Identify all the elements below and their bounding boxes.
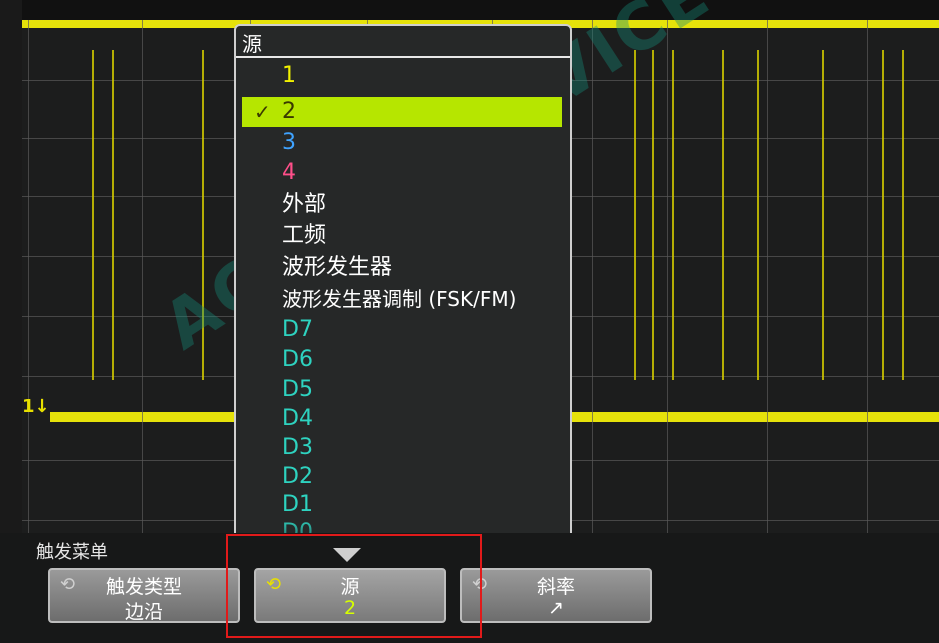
menu-item-external[interactable]: 外部 [242,190,562,220]
trigger-level-marker[interactable]: 1↓ [22,396,50,422]
menu-item-d1[interactable]: D1 [242,490,562,520]
menu-item-channel-3[interactable]: 3 [242,128,562,158]
source-menu: 源 1 ✓ 2 3 4 外部 工频 波形发生器 波形发生器调制 (FSK/FM) … [234,24,572,556]
annotation-highlight-box [226,534,482,638]
trace-spike [652,50,654,380]
softkey-value: 边沿 [124,601,163,623]
menu-item-d5[interactable]: D5 [242,375,562,405]
menu-item-channel-1[interactable]: 1 [242,61,562,91]
trace-spike [722,50,724,380]
menu-item-channel-4[interactable]: 4 [242,158,562,188]
trace-spike [634,50,636,380]
rising-edge-icon: ↗ [548,597,564,619]
softkey-trigger-type[interactable]: ⟲ 触发类型 边沿 [48,568,240,623]
trace-spike [672,50,674,380]
grid-line [142,20,143,540]
menu-item-channel-2[interactable]: ✓ 2 [242,97,562,127]
menu-item-label: 波形发生器调制 (FSK/FM) [282,287,517,311]
trace-spike [882,50,884,380]
menu-divider [236,56,570,58]
menu-item-label: D4 [282,406,313,431]
check-icon: ✓ [254,100,271,124]
oscilloscope-screen: 1↓ AGITEKSERVICE 源 1 ✓2 3 4 外部 工频 波形发生器 … [0,0,939,643]
trace-spike [902,50,904,380]
grid-line [28,20,29,540]
source-menu-title: 源 [242,32,262,56]
menu-item-label: 1 [282,63,296,88]
trace-spike [822,50,824,380]
menu-item-line[interactable]: 工频 [242,221,562,251]
grid-line [867,20,868,540]
menu-item-label: D3 [282,435,313,460]
menu-item-label: D7 [282,317,313,342]
menu-item-label: 波形发生器 [282,255,393,280]
menu-item-label: 外部 [282,192,327,217]
menu-item-d3[interactable]: D3 [242,433,562,463]
trace-spike [112,50,114,380]
menu-item-wavegen-mod[interactable]: 波形发生器调制 (FSK/FM) [242,284,562,314]
menu-item-wavegen[interactable]: 波形发生器 [242,253,562,283]
menu-item-d2[interactable]: D2 [242,462,562,492]
grid-line [667,20,668,540]
trace-spike [757,50,759,380]
trace-spike [92,50,94,380]
menu-item-d4[interactable]: D4 [242,404,562,434]
softkey-label: 斜率 [536,576,575,598]
menu-item-label: 4 [282,160,296,185]
softkey-label: 触发类型 [105,576,182,598]
menu-item-label: 3 [282,130,296,155]
softkey-slope[interactable]: ⟲ 斜率 ↗ [460,568,652,623]
menu-item-label: D6 [282,347,313,372]
menu-item-label: D1 [282,492,313,517]
menu-item-label: 工频 [282,223,327,248]
menu-item-label: D5 [282,377,313,402]
menu-item-d6[interactable]: D6 [242,345,562,375]
menu-item-d7[interactable]: D7 [242,315,562,345]
softkey-bar-title: 触发菜单 [36,542,108,563]
menu-item-label: D2 [282,464,313,489]
grid-line [767,20,768,540]
menu-item-label: 2 [282,99,296,124]
